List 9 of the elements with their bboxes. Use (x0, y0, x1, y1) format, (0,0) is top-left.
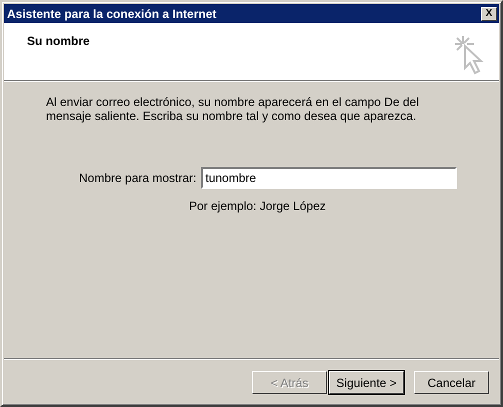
page-title: Su nombre (27, 34, 90, 50)
field-label: Nombre para mostrar: (79, 171, 196, 185)
example-text: Por ejemplo: Jorge López (189, 199, 327, 213)
close-button[interactable]: X (481, 6, 497, 20)
window-title: Asistente para la conexión a Internet (7, 6, 216, 20)
wizard-button[interactable]: Cancelar (414, 371, 489, 394)
description-text: Al enviar correo electrónico, su nombre aparecerá en el campo De del mensaje saliente. Escriba su nombre tal y como desea que aparezca. (46, 95, 420, 123)
wizard-button[interactable]: Siguiente > (329, 371, 404, 394)
display-name-field[interactable]: tunombre (201, 167, 458, 189)
